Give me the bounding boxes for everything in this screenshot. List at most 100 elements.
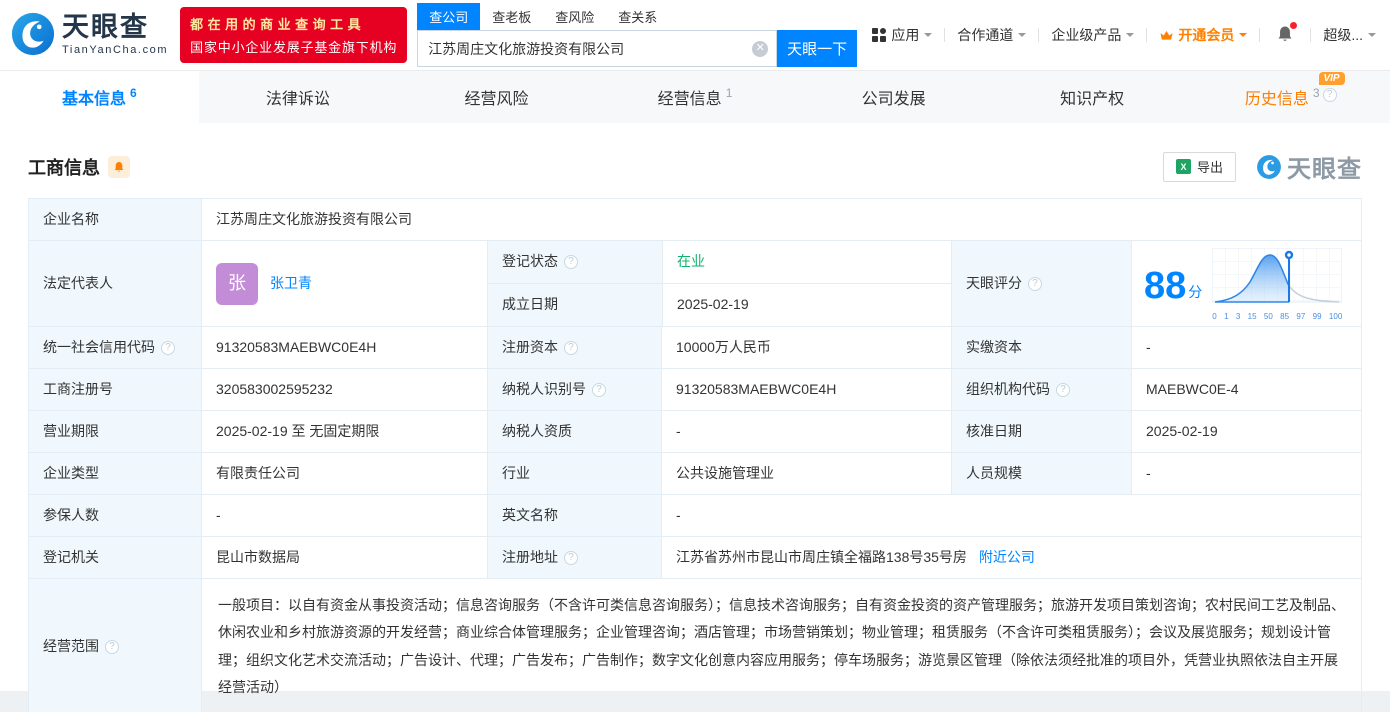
field-label: 法定代表人: [29, 241, 201, 326]
search-tab-boss[interactable]: 查老板: [480, 3, 543, 30]
help-icon[interactable]: ?: [1322, 88, 1337, 102]
chevron-down-icon: [924, 33, 933, 41]
taxpayer-id-value: 91320583MAEBWC0E4H: [661, 369, 951, 410]
chevron-down-icon: [1368, 33, 1376, 41]
tianyancha-logo[interactable]: 天眼查 TianYanCha.com: [10, 11, 168, 60]
status-link[interactable]: 在业: [677, 251, 705, 272]
tab-label: 法律诉讼: [265, 91, 330, 108]
nav-super-vip[interactable]: 超级...: [1323, 25, 1376, 45]
help-icon[interactable]: ?: [105, 639, 119, 654]
status-date-subgrid: 登记状态 ? 在业 成立日期 2025-02-19: [487, 241, 952, 326]
field-label: 统一社会信用代码?: [29, 327, 201, 368]
legal-representative-link[interactable]: 张卫青: [270, 273, 312, 294]
tab-company-development[interactable]: 公司发展: [794, 71, 993, 123]
reg-number-value: 320583002595232: [201, 369, 487, 410]
export-button[interactable]: X 导出: [1162, 151, 1236, 182]
paid-capital-value: -: [1131, 327, 1361, 368]
table-row: 企业类型 有限责任公司 行业 公共设施管理业 人员规模 -: [29, 453, 1361, 495]
staff-size-value: -: [1131, 453, 1361, 494]
promo-banner-line2: 国家中小企业发展子基金旗下机构: [190, 40, 398, 55]
taxpayer-quality-value: -: [661, 411, 951, 452]
search-area: 查公司 查老板 查风险 查关系 ✕ 天眼一下: [417, 3, 858, 67]
help-icon[interactable]: ?: [1028, 276, 1042, 291]
export-label: 导出: [1196, 160, 1223, 175]
field-label: 企业类型: [29, 453, 201, 494]
reg-address-value: 江苏省苏州市昆山市周庄镇全福路138号35号房: [676, 549, 967, 565]
table-row: 经营范围? 一般项目：以自有资金从事投资活动；信息咨询服务（不含许可类信息咨询服…: [29, 579, 1361, 712]
business-scope-value: 一般项目：以自有资金从事投资活动；信息咨询服务（不含许可类信息咨询服务）；信息技…: [201, 579, 1361, 712]
apps-grid-icon: [872, 28, 887, 42]
help-icon[interactable]: ?: [161, 340, 175, 355]
tab-label: 基本信息: [61, 91, 126, 108]
tab-history-info[interactable]: VIP 历史信息 3 ?: [1191, 71, 1390, 123]
credit-code-value: 91320583MAEBWC0E4H: [201, 327, 487, 368]
nav-open-membership[interactable]: 开通会员: [1159, 25, 1248, 45]
tab-label: 经营信息: [657, 91, 722, 108]
industry-value: 公共设施管理业: [661, 453, 951, 494]
section-title: 工商信息: [28, 157, 100, 178]
field-label: 实缴资本: [951, 327, 1131, 368]
tab-basic-info[interactable]: 基本信息 6: [0, 71, 199, 123]
tab-label: 历史信息: [1244, 91, 1309, 108]
table-row: 统一社会信用代码? 91320583MAEBWC0E4H 注册资本? 10000…: [29, 327, 1361, 369]
field-label: 营业期限: [29, 411, 201, 452]
field-label: 天眼评分 ?: [951, 241, 1131, 326]
search-tab-risk[interactable]: 查风险: [543, 3, 606, 30]
reg-capital-value: 10000万人民币: [661, 327, 951, 368]
chevron-down-icon: [1239, 33, 1248, 41]
help-icon[interactable]: ?: [564, 254, 578, 269]
search-button[interactable]: 天眼一下: [777, 30, 858, 67]
promo-banner-line1: 都在用的商业查询工具: [190, 17, 366, 32]
avatar[interactable]: 张: [216, 262, 258, 305]
tianyan-score-cell[interactable]: 88 分 0 1 3 15 50 85 97 99 100: [1131, 241, 1361, 326]
reg-authority-value: 昆山市数据局: [201, 537, 487, 578]
help-icon[interactable]: ?: [564, 340, 578, 355]
insured-count-value: -: [201, 495, 487, 536]
tab-business-info[interactable]: 经营信息 1: [596, 71, 795, 123]
tab-count: 1: [725, 86, 733, 100]
nav-member-label: 开通会员: [1178, 27, 1235, 43]
field-label: 参保人数: [29, 495, 201, 536]
nav-enterprise-products[interactable]: 企业级产品: [1051, 25, 1135, 45]
nearby-companies-link[interactable]: 附近公司: [979, 547, 1035, 568]
field-label: 行业: [487, 453, 661, 494]
tab-intellectual-property[interactable]: 知识产权: [993, 71, 1192, 123]
tab-legal-proceedings[interactable]: 法律诉讼: [199, 71, 398, 123]
reg-status-value: 在业: [662, 241, 952, 284]
top-header: 天眼查 TianYanCha.com 都在用的商业查询工具 国家中小企业发展子基…: [0, 0, 1390, 70]
tab-label: 知识产权: [1060, 91, 1125, 108]
reg-status-label: 登记状态: [502, 253, 558, 270]
help-icon[interactable]: ?: [564, 550, 578, 565]
table-row: 企业名称 江苏周庄文化旅游投资有限公司: [29, 199, 1361, 241]
nav-divider: [1310, 28, 1312, 42]
tab-operating-risk[interactable]: 经营风险: [397, 71, 596, 123]
help-icon[interactable]: ?: [592, 382, 606, 397]
brand-domain: TianYanCha.com: [62, 44, 169, 56]
tianyancha-logo-icon: [10, 11, 56, 60]
nav-partner-channel[interactable]: 合作通道: [957, 25, 1027, 45]
notifications-bell-icon[interactable]: [1276, 21, 1298, 46]
score-label: 天眼评分: [966, 275, 1022, 291]
top-nav: 应用 合作通道 企业级产品 开通会员 超级...: [872, 21, 1376, 46]
score-unit: 分: [1188, 284, 1203, 300]
field-label: 纳税人资质: [487, 411, 661, 452]
field-label: 登记状态 ?: [488, 241, 662, 284]
promo-banner[interactable]: 都在用的商业查询工具 国家中小企业发展子基金旗下机构: [180, 7, 408, 63]
search-tab-company[interactable]: 查公司: [417, 3, 481, 30]
legal-representative-cell: 张 张卫青: [201, 241, 487, 326]
subscribe-bell-icon[interactable]: [108, 155, 130, 178]
watermark-logo: 天眼查: [1256, 149, 1362, 184]
field-label: 核准日期: [951, 411, 1131, 452]
nav-enterprise-label: 企业级产品: [1051, 27, 1122, 43]
nav-apps[interactable]: 应用: [872, 25, 933, 45]
watermark-text: 天眼查: [1287, 156, 1362, 183]
field-label: 经营范围?: [29, 579, 201, 712]
company-tab-bar: 基本信息 6 法律诉讼 经营风险 经营信息 1 公司发展 知识产权 VIP 历史信息…: [0, 70, 1390, 123]
table-row: 登记机关 昆山市数据局 注册地址? 江苏省苏州市昆山市周庄镇全福路138号35号…: [29, 537, 1361, 579]
score-value: 88: [1144, 264, 1187, 307]
field-label: 英文名称: [487, 495, 661, 536]
search-input[interactable]: [428, 40, 753, 57]
search-tab-relation[interactable]: 查关系: [606, 3, 669, 30]
clear-search-icon[interactable]: ✕: [752, 40, 769, 57]
help-icon[interactable]: ?: [1056, 382, 1070, 397]
